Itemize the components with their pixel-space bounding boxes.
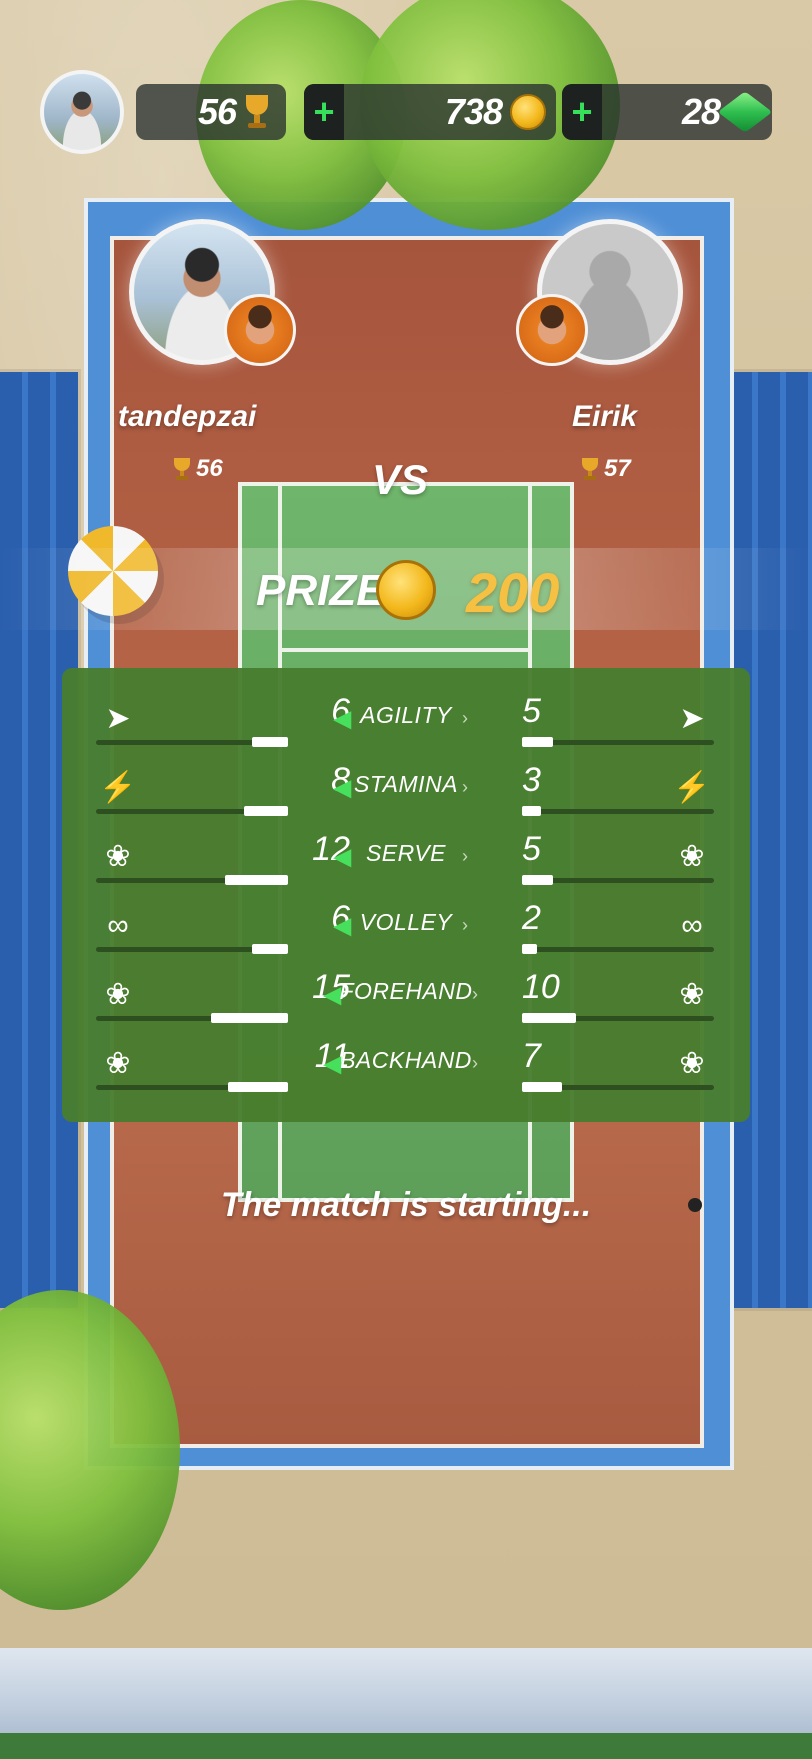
stat-label: SERVE: [365, 840, 447, 866]
arrow-right-icon: ›: [462, 708, 468, 728]
lightning-icon: ⚡: [673, 771, 711, 804]
stat-bar-fill-left: [228, 1082, 288, 1092]
stat-bar-left: [96, 806, 288, 816]
stat-bar-fill-left: [211, 1013, 288, 1023]
stat-bar-right: [522, 1013, 714, 1023]
arrow-right-icon: ›: [462, 846, 468, 866]
player-trophy-count-right: 57: [604, 455, 631, 482]
stat-value-right: 2: [522, 899, 541, 937]
backhand-icon: ❀: [679, 1047, 705, 1080]
stat-bar-fill-right: [522, 806, 541, 816]
stat-bar-right: [522, 944, 714, 954]
trophy-icon: [242, 95, 272, 129]
prize-amount: 200: [466, 561, 560, 624]
character-badge-left: [224, 294, 296, 366]
shoe-icon: ➤: [679, 702, 705, 735]
court-line: [282, 648, 530, 652]
prize-label: PRIZE: [256, 566, 386, 615]
lightning-icon: ⚡: [99, 771, 137, 804]
stat-value-right: 7: [522, 1037, 541, 1075]
coin-icon: [510, 94, 546, 130]
coin-icon: [376, 560, 436, 620]
gem-counter: + 28: [562, 84, 773, 140]
backhand-icon: ❀: [105, 1047, 131, 1080]
grass-strip: [0, 1733, 812, 1759]
stat-bar-fill-right: [522, 875, 553, 885]
add-coins-button[interactable]: +: [304, 84, 344, 140]
stat-value-right: 5: [522, 830, 541, 868]
volley-icon: ∞: [107, 909, 129, 942]
stats-panel: ➤ 6 ◀ AGILITY › 5 ➤ ⚡ 8 ◀ STAMINA › 3 ⚡ ❀ 12 ◀ SERVE › 5 ❀ ∞ 6…: [62, 668, 750, 1122]
stat-row-stamina: ⚡ 8 ◀ STAMINA › 3 ⚡: [62, 755, 750, 824]
character-badge-right: [516, 294, 588, 366]
stat-label: STAMINA: [353, 771, 459, 797]
stat-row-serve: ❀ 12 ◀ SERVE › 5 ❀: [62, 824, 750, 893]
gem-count: 28: [681, 91, 721, 132]
stat-bar-fill-right: [522, 944, 537, 954]
arrow-right-icon: ›: [472, 984, 478, 1004]
profile-avatar[interactable]: [40, 70, 124, 154]
stat-bar-left: [96, 737, 288, 747]
trophy-count: 56: [197, 91, 237, 132]
trophy-counter: 56: [136, 84, 286, 140]
serve-icon: ❀: [105, 840, 131, 873]
stat-value-right: 3: [522, 761, 541, 799]
stat-bar-right: [522, 875, 714, 885]
indicator-dot: [688, 1198, 702, 1212]
stat-bar-fill-left: [252, 737, 288, 747]
stat-bar-fill-left: [252, 944, 288, 954]
arrow-right-icon: ›: [462, 915, 468, 935]
volley-icon: ∞: [681, 909, 703, 942]
forehand-icon: ❀: [679, 978, 705, 1011]
vs-label: VS: [372, 456, 429, 503]
stat-row-forehand: ❀ 15 ◀ FOREHAND › 10 ❀: [62, 962, 750, 1031]
forehand-icon: ❀: [105, 978, 131, 1011]
player-trophy-count-left: 56: [196, 455, 223, 482]
stat-row-backhand: ❀ 11 ◀ BACKHAND › 7 ❀: [62, 1031, 750, 1100]
stat-row-agility: ➤ 6 ◀ AGILITY › 5 ➤: [62, 686, 750, 755]
trophy-icon: [172, 458, 192, 480]
stat-value-right: 5: [522, 692, 541, 730]
serve-icon: ❀: [679, 840, 705, 873]
stat-value-right: 10: [522, 968, 560, 1006]
stat-bar-left: [96, 875, 288, 885]
player-trophies-right: 57: [580, 455, 631, 483]
stat-bar-fill-right: [522, 737, 553, 747]
player-name-left: tandepzai: [118, 400, 257, 433]
stat-label: VOLLEY: [359, 909, 453, 935]
coin-counter: + 738: [304, 84, 556, 140]
add-gems-button[interactable]: +: [562, 84, 602, 140]
coin-count: 738: [444, 91, 503, 132]
stat-bar-left: [96, 944, 288, 954]
stat-bar-left: [96, 1082, 288, 1092]
stat-bar-fill-left: [225, 875, 288, 885]
stat-label: AGILITY: [360, 702, 452, 728]
stat-bar-fill-right: [522, 1013, 576, 1023]
stat-row-volley: ∞ 6 ◀ VOLLEY › 2 ∞: [62, 893, 750, 962]
player-name-right: Eirik: [572, 400, 638, 433]
stat-bar-fill-right: [522, 1082, 562, 1092]
stat-bar-right: [522, 806, 714, 816]
player-trophies-left: 56: [172, 455, 223, 483]
stat-bar-fill-left: [244, 806, 288, 816]
gem-icon: [717, 91, 773, 133]
top-bar: 56 + 738 + 28: [0, 68, 812, 154]
stat-bar-left: [96, 1013, 288, 1023]
stat-bar-right: [522, 1082, 714, 1092]
shoe-icon: ➤: [105, 702, 131, 735]
stat-bar-right: [522, 737, 714, 747]
arrow-right-icon: ›: [472, 1053, 478, 1073]
trophy-icon: [580, 458, 600, 480]
arrow-right-icon: ›: [462, 777, 468, 797]
